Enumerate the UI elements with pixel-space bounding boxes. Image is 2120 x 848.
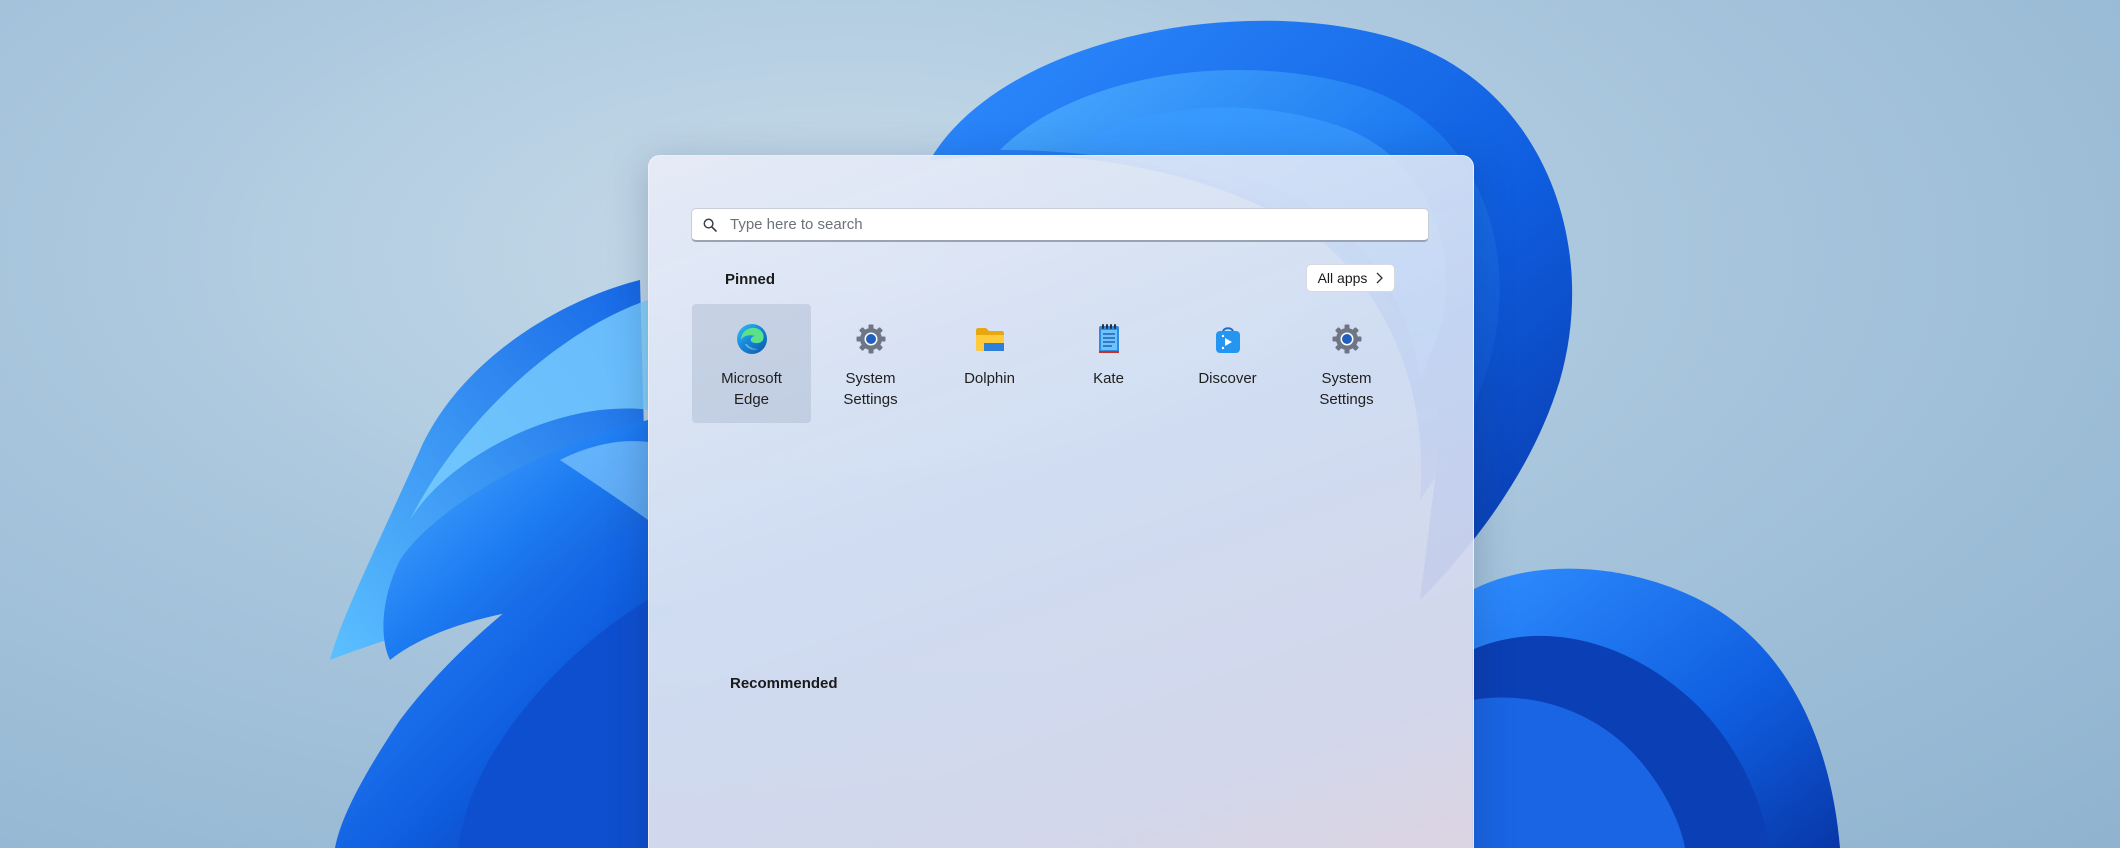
settings-gear-icon [1330,322,1364,356]
start-menu: Pinned All apps [648,155,1474,848]
all-apps-label: All apps [1317,270,1368,286]
pinned-app-kate[interactable]: Kate [1049,304,1168,423]
pinned-app-dolphin[interactable]: Dolphin [930,304,1049,423]
store-bag-icon [1211,322,1245,356]
pinned-app-system-settings[interactable]: System Settings [811,304,930,423]
search-input[interactable] [728,209,1428,240]
pinned-app-microsoft-edge[interactable]: Microsoft Edge [692,304,811,423]
app-label: Kate [1093,370,1124,387]
search-box[interactable] [691,208,1429,242]
notepad-icon [1092,322,1126,356]
settings-gear-icon [854,322,888,356]
app-label: System Settings [843,370,898,408]
app-label: Discover [1198,370,1257,387]
app-label: Dolphin [964,370,1015,387]
chevron-right-icon [1375,272,1384,284]
desktop: Pinned All apps [0,0,2120,848]
edge-icon [735,322,769,356]
pinned-section-title: Pinned [725,271,776,288]
app-label: Microsoft Edge [721,370,782,408]
app-label: System Settings [1319,370,1374,408]
search-icon [702,217,718,233]
pinned-app-discover[interactable]: Discover [1168,304,1287,423]
recommended-section-title: Recommended [730,675,838,692]
pinned-app-system-settings-2[interactable]: System Settings [1287,304,1406,423]
folder-icon [973,322,1007,356]
all-apps-button[interactable]: All apps [1306,264,1395,292]
pinned-apps-grid: Microsoft Edge System Settings Dolphin K… [692,304,1406,423]
